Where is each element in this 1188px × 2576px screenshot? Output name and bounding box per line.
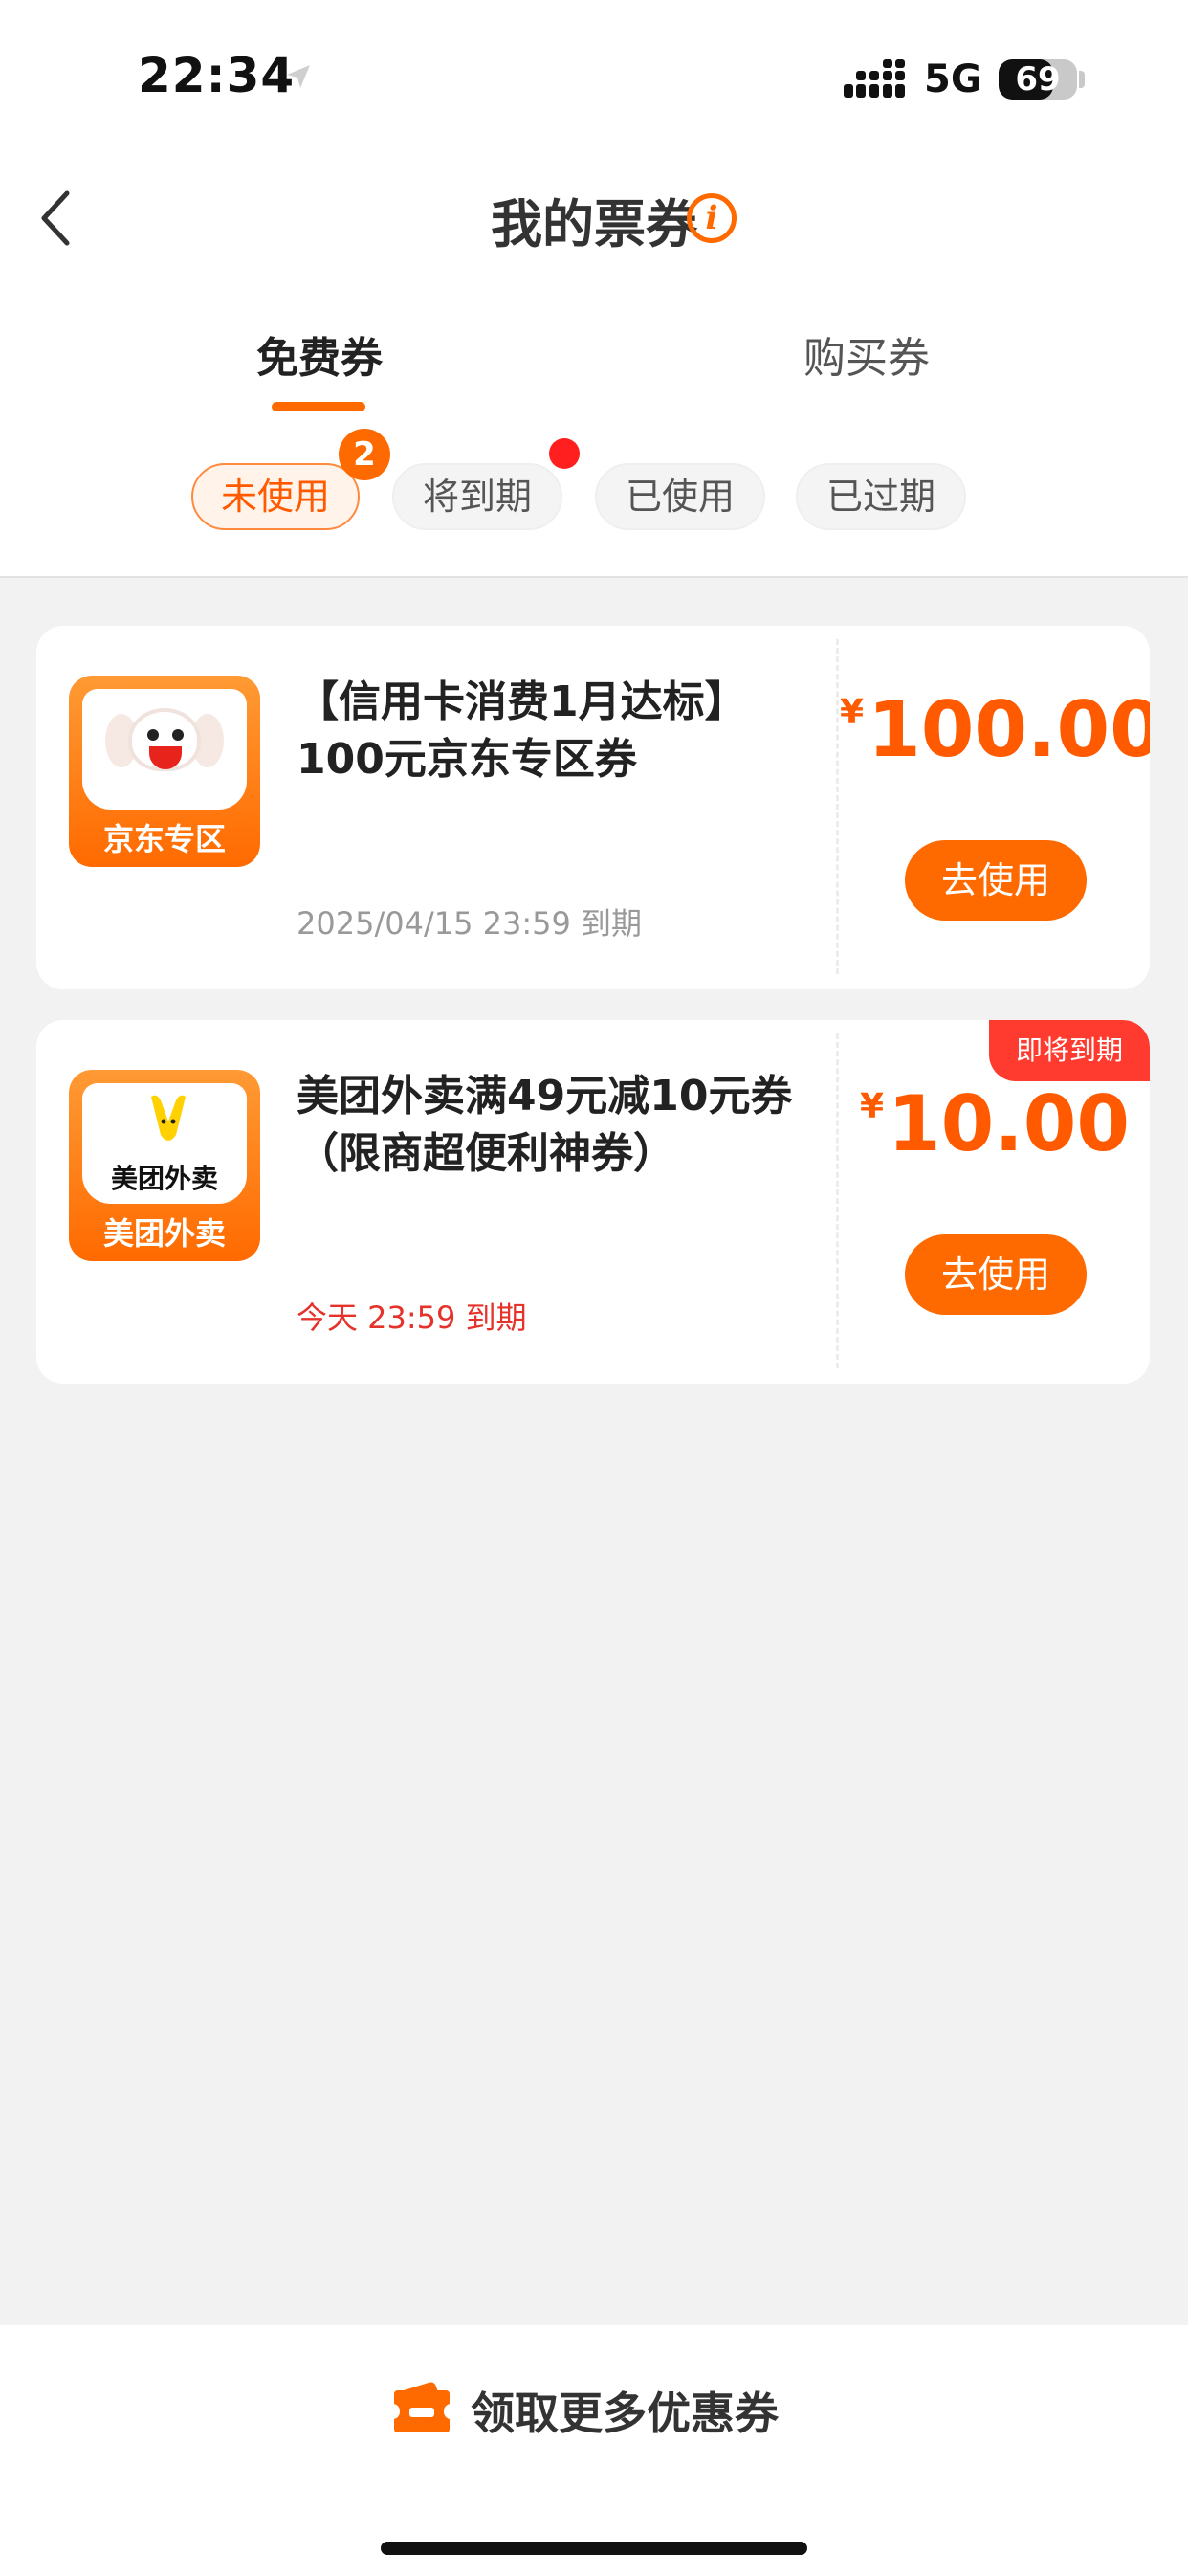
- coupon-title: 美团外卖满49元减10元券 （限商超便利神券）: [297, 1068, 813, 1183]
- battery-cap: [1079, 71, 1085, 88]
- jd-dog-eye: [172, 729, 184, 741]
- coupon-amount: 10.00: [888, 1079, 1131, 1168]
- currency-symbol: ¥: [840, 693, 865, 732]
- filter-expired[interactable]: 已过期: [796, 463, 966, 530]
- coupon-expiry: 今天 23:59 到期: [297, 1299, 527, 1336]
- coupon-amount: 100.00: [868, 685, 1150, 774]
- battery-icon: 69: [999, 59, 1077, 100]
- coupon-title-line: 美团外卖满49元减10元券: [297, 1072, 793, 1121]
- coupon-title-line: 【信用卡消费1月达标】: [297, 677, 747, 726]
- get-more-coupons-label: 领取更多优惠券: [471, 2387, 779, 2439]
- meituan-logo: 美团外卖 美团外卖: [69, 1070, 260, 1261]
- page-title: 我的票券: [0, 182, 1188, 257]
- coupon-value: ¥10.00: [840, 1079, 1150, 1168]
- status-time: 22:34: [138, 48, 296, 103]
- dashed-divider: [836, 639, 839, 974]
- battery-level: 69: [1015, 60, 1061, 99]
- bottom-bar: 领取更多优惠券: [0, 2325, 1188, 2576]
- network-type: 5G: [924, 57, 982, 101]
- meituan-logo-face: 美团外卖: [82, 1083, 247, 1204]
- notification-dot: [549, 438, 580, 469]
- filter-used[interactable]: 已使用: [595, 463, 765, 530]
- meituan-kangaroo-icon: [151, 1095, 186, 1141]
- filter-expiring[interactable]: 将到期: [392, 463, 562, 530]
- coupon-title: 【信用卡消费1月达标】 100元京东专区券: [297, 674, 813, 788]
- logo-label: 京东专区: [102, 821, 226, 857]
- filter-unused[interactable]: 未使用: [191, 463, 360, 530]
- dashed-divider: [836, 1033, 839, 1368]
- tab-purchased-coupons[interactable]: 购买券: [723, 323, 1010, 385]
- signal-icon: [844, 59, 905, 98]
- logo-label: 美团外卖: [102, 1215, 226, 1252]
- info-icon[interactable]: i: [687, 193, 737, 243]
- jd-logo-face: [82, 689, 247, 810]
- active-tab-indicator: [272, 402, 365, 411]
- coupon-card: 京东专区 【信用卡消费1月达标】 100元京东专区券 2025/04/15 23…: [36, 626, 1150, 989]
- coupon-card: 美团外卖 美团外卖 美团外卖满49元减10元券 （限商超便利神券） 今天 23:…: [36, 1020, 1150, 1384]
- currency-symbol: ¥: [859, 1087, 884, 1126]
- tab-free-coupons[interactable]: 免费券: [176, 323, 463, 385]
- home-indicator[interactable]: [381, 2542, 807, 2555]
- coupon-title-line: （限商超便利神券）: [297, 1129, 675, 1178]
- location-arrow-icon: [287, 65, 310, 88]
- use-coupon-button[interactable]: 去使用: [905, 840, 1087, 921]
- coupon-expiry: 2025/04/15 23:59 到期: [297, 905, 643, 942]
- use-coupon-button[interactable]: 去使用: [905, 1234, 1087, 1315]
- meituan-logo-text: 美团外卖: [110, 1163, 218, 1194]
- expiring-soon-tag: 即将到期: [989, 1020, 1150, 1081]
- coupon-ticket-icon: [394, 2382, 450, 2432]
- jd-dog-eye: [147, 729, 159, 741]
- coupon-value: ¥100.00: [840, 685, 1150, 774]
- jd-logo: 京东专区: [69, 676, 260, 867]
- page-title-text: 我的票券: [491, 194, 697, 255]
- header-area: 22:34 5G 69 我的票券 i 免费券 购买券 未使用 2 将到期 已使用…: [0, 0, 1188, 578]
- coupon-title-line: 100元京东专区券: [297, 735, 637, 784]
- unused-count-badge: 2: [339, 429, 390, 480]
